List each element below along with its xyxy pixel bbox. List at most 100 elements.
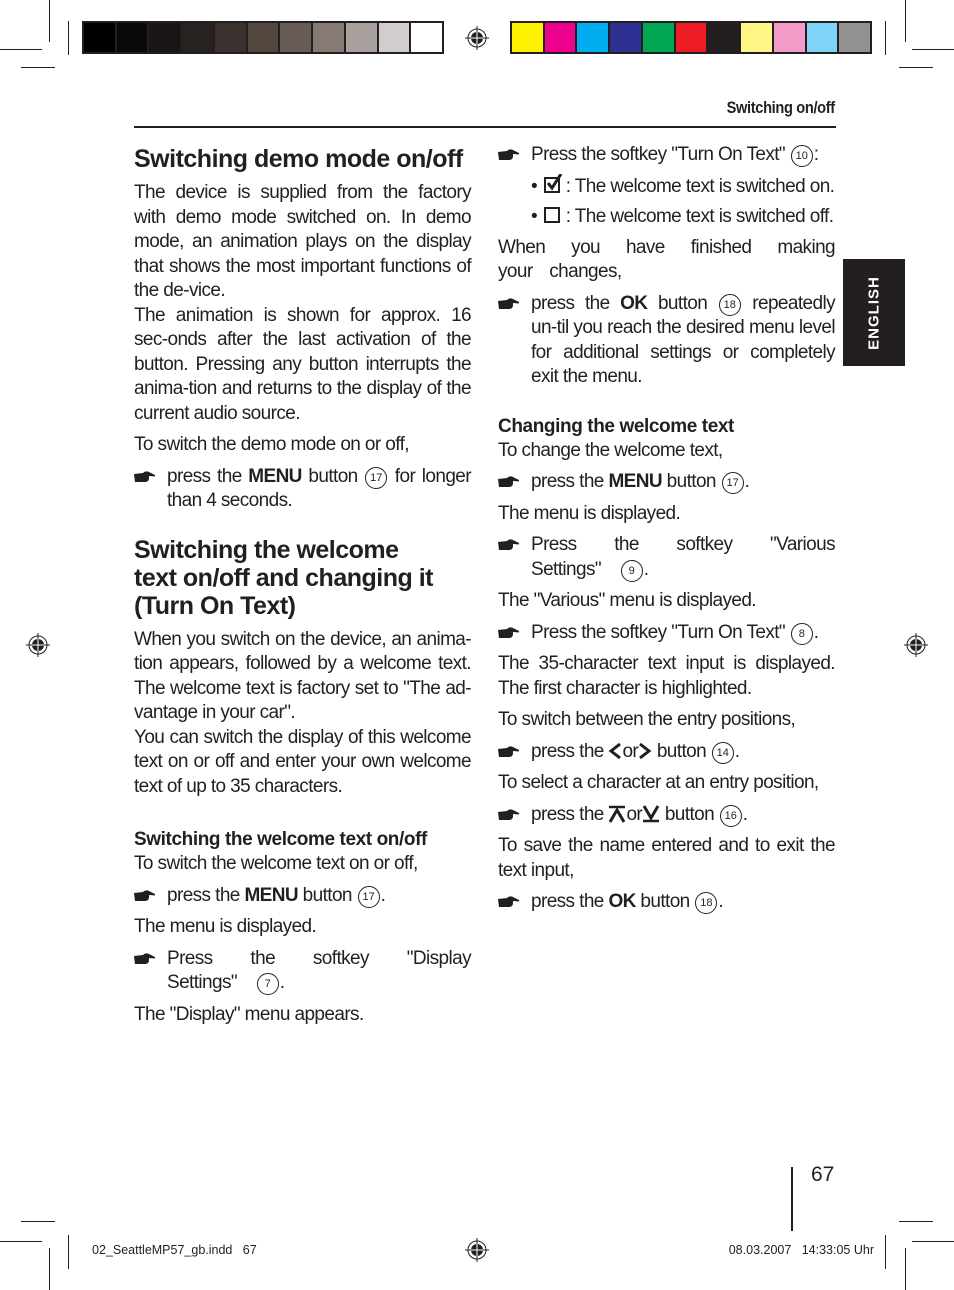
arrow-down-icon xyxy=(642,804,660,822)
paragraph: The "Various" menu is displayed. xyxy=(498,590,757,611)
callout-number: 18 xyxy=(695,892,718,914)
button-name: MENU xyxy=(248,465,302,487)
crop-mark xyxy=(0,49,42,50)
crop-mark xyxy=(21,67,55,68)
slug-timestamp: 08.03.2007 14:33:05 Uhr xyxy=(728,1243,874,1257)
checkbox-checked-icon xyxy=(543,173,562,193)
callout-number: 17 xyxy=(365,466,388,489)
pointing-hand-icon xyxy=(498,148,520,162)
pointing-hand-icon xyxy=(498,745,520,759)
callout-number: 18 xyxy=(718,293,741,316)
callout-number: 14 xyxy=(711,741,734,764)
subsection-title: Changing the welcome text xyxy=(498,415,734,437)
section-title: Switching demo mode on/off xyxy=(134,145,463,173)
pointing-hand-icon xyxy=(498,808,520,822)
crop-mark xyxy=(899,1221,933,1222)
paragraph: When you switch on the device, an anima-… xyxy=(134,628,472,724)
gray-swatch xyxy=(116,23,148,52)
grayscale-calibration-bar xyxy=(82,21,444,54)
registration-mark-icon xyxy=(904,633,928,657)
checkbox-unchecked-icon xyxy=(543,207,560,223)
color-swatch xyxy=(512,23,543,52)
registration-mark-icon xyxy=(465,26,489,50)
language-tab-label: ENGLISH xyxy=(865,275,883,350)
color-swatch xyxy=(610,23,641,52)
callout-number: 9 xyxy=(620,559,643,582)
paragraph: The "Display" menu appears. xyxy=(134,1003,364,1025)
paragraph: To switch between the entry positions, xyxy=(498,709,796,730)
pointing-hand-icon xyxy=(498,297,520,311)
pointing-hand-icon xyxy=(498,538,520,552)
arrow-up-icon xyxy=(609,805,626,823)
instruction-step: press the MENU button 17 for longer than… xyxy=(134,465,472,514)
option-bullet: • : The welcome text is switched on. xyxy=(531,173,835,197)
button-name: MENU xyxy=(244,884,298,906)
crop-mark xyxy=(0,1241,42,1242)
paragraph: You can switch the display of this welco… xyxy=(134,726,472,797)
language-tab: ENGLISH xyxy=(843,259,905,366)
instruction-step: Press the softkey "Turn On Text" 10: xyxy=(498,143,835,168)
pointing-hand-icon xyxy=(134,470,156,484)
paragraph: To switch the demo mode on or off, xyxy=(134,434,410,455)
instruction-step: press the OK button 18 repeatedly un-til… xyxy=(498,292,836,390)
paragraph: The animation is shown for approx. 16 se… xyxy=(134,304,472,424)
callout-number: 8 xyxy=(790,622,813,645)
crop-mark xyxy=(49,0,50,42)
callout-number: 10 xyxy=(790,145,813,167)
instruction-step: press the OK button 18. xyxy=(498,890,835,915)
pointing-hand-icon xyxy=(498,626,520,640)
color-swatch xyxy=(544,23,576,52)
paragraph: The menu is displayed. xyxy=(134,916,317,937)
crop-mark xyxy=(912,1241,954,1242)
color-swatch xyxy=(839,23,871,52)
color-swatch xyxy=(708,23,740,52)
button-name: OK xyxy=(608,891,636,912)
button-name: OK xyxy=(620,292,648,314)
paragraph: To save the name entered and to exit the… xyxy=(498,835,836,881)
registration-mark-icon xyxy=(465,1238,489,1262)
crop-mark xyxy=(905,1248,906,1290)
gray-swatch xyxy=(313,23,344,52)
gray-swatch xyxy=(182,23,213,52)
instruction-step: Press the softkey "Display Settings" 7. xyxy=(134,947,472,996)
color-swatch xyxy=(773,23,805,52)
registration-mark-icon xyxy=(26,633,50,657)
running-head: Switching on/off xyxy=(726,98,836,117)
callout-number: 17 xyxy=(357,885,380,908)
page-number-rule xyxy=(791,1167,793,1231)
callout-number: 17 xyxy=(721,472,744,494)
left-column: Switching demo mode on/off The device is… xyxy=(134,138,472,1034)
instruction-step: press the or button 14. xyxy=(498,740,835,765)
gray-swatch xyxy=(149,23,181,52)
paragraph: The 35-character text input is displayed… xyxy=(498,653,836,699)
pointing-hand-icon xyxy=(134,889,156,903)
button-name: MENU xyxy=(608,471,662,492)
crop-mark xyxy=(68,1235,69,1269)
instruction-step: press the or button 16. xyxy=(498,803,835,828)
option-bullet: • : The welcome text is switched off. xyxy=(531,206,834,227)
instruction-step: Press the softkey "Various Settings" 9. xyxy=(498,533,836,582)
crop-mark xyxy=(912,49,954,50)
bullet: • xyxy=(531,206,542,227)
paragraph: When you have finished making your chang… xyxy=(498,236,836,283)
crop-mark xyxy=(899,67,933,68)
arrow-left-icon xyxy=(608,742,622,759)
gray-swatch xyxy=(378,23,410,52)
instruction-step: press the MENU button 17. xyxy=(498,470,835,495)
color-swatch xyxy=(642,23,674,52)
slug-filename: 02_SeattleMP57_gb.indd 67 xyxy=(92,1243,257,1257)
header-rule xyxy=(134,126,836,128)
paragraph: To select a character at an entry positi… xyxy=(498,772,819,793)
crop-mark xyxy=(68,21,69,55)
pointing-hand-icon xyxy=(498,895,520,909)
page-number: 67 xyxy=(811,1163,835,1186)
paragraph: To switch the welcome text on or off, xyxy=(134,853,418,874)
instruction-step: press the MENU button 17. xyxy=(134,884,471,909)
gray-swatch xyxy=(84,23,115,52)
gray-swatch xyxy=(411,23,443,52)
paragraph: The menu is displayed. xyxy=(498,502,681,524)
color-swatch xyxy=(806,23,838,52)
pointing-hand-icon xyxy=(134,952,156,966)
pointing-hand-icon xyxy=(498,475,520,489)
crop-mark xyxy=(885,21,886,55)
